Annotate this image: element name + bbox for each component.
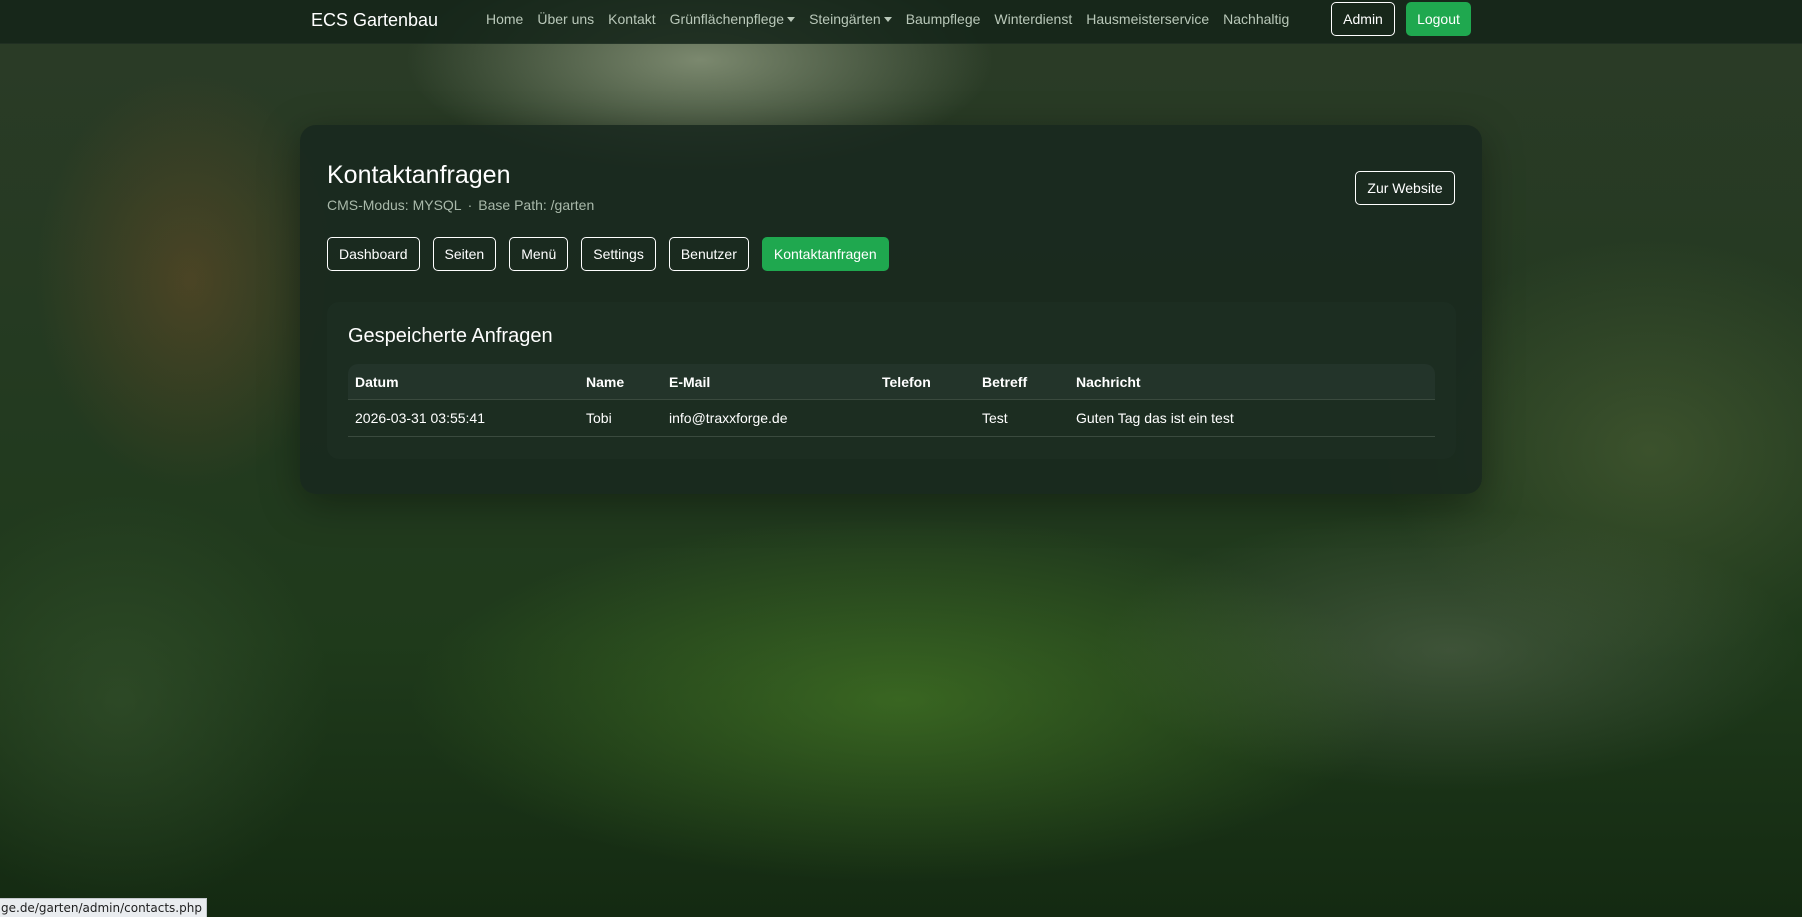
nav-link-home[interactable]: Home bbox=[486, 11, 523, 27]
admin-card: Kontaktanfragen CMS-Modus: MYSQL · Base … bbox=[300, 125, 1482, 494]
page-title: Kontaktanfragen bbox=[327, 161, 511, 189]
contacts-table: Datum Name E-Mail Telefon Betreff Nachri… bbox=[348, 364, 1435, 437]
base-path-text: Base Path: /garten bbox=[478, 197, 595, 213]
table-header: Datum Name E-Mail Telefon Betreff Nachri… bbox=[348, 364, 1435, 400]
tab-settings[interactable]: Settings bbox=[581, 237, 656, 271]
column-header-betreff: Betreff bbox=[982, 373, 1028, 390]
column-header-name: Name bbox=[586, 373, 625, 390]
nav-link-kontakt[interactable]: Kontakt bbox=[608, 11, 655, 27]
nav-links: Home Über uns Kontakt Grünflächenpflege … bbox=[486, 0, 1303, 38]
nav-link-ueber-uns[interactable]: Über uns bbox=[537, 11, 594, 27]
cell-email: info@traxxforge.de bbox=[669, 410, 788, 426]
cms-info: CMS-Modus: MYSQL · Base Path: /garten bbox=[327, 197, 594, 213]
tab-dashboard[interactable]: Dashboard bbox=[327, 237, 420, 271]
caret-down-icon bbox=[883, 16, 892, 22]
tab-kontaktanfragen[interactable]: Kontaktanfragen bbox=[761, 237, 889, 271]
top-navbar: ECS Gartenbau Home Über uns Kontakt Grün… bbox=[0, 0, 1802, 44]
tab-seiten[interactable]: Seiten bbox=[432, 237, 497, 271]
website-button[interactable]: Zur Website bbox=[1355, 171, 1455, 205]
nav-link-winterdienst[interactable]: Winterdienst bbox=[994, 11, 1072, 27]
cell-datum: 2026-03-31 03:55:41 bbox=[355, 410, 485, 426]
contacts-panel: Gespeicherte Anfragen Datum Name E-Mail … bbox=[327, 302, 1456, 459]
cms-mode-text: CMS-Modus: MYSQL bbox=[327, 197, 462, 213]
admin-button[interactable]: Admin bbox=[1331, 2, 1395, 36]
table-row: 2026-03-31 03:55:41 Tobi info@traxxforge… bbox=[348, 400, 1435, 437]
tab-menue[interactable]: Menü bbox=[509, 237, 569, 271]
column-header-telefon: Telefon bbox=[882, 373, 931, 390]
admin-tabs: Dashboard Seiten Menü Settings Benutzer … bbox=[327, 237, 889, 271]
separator-dot: · bbox=[467, 197, 473, 213]
column-header-nachricht: Nachricht bbox=[1076, 373, 1141, 390]
column-header-email: E-Mail bbox=[669, 373, 711, 390]
tab-benutzer[interactable]: Benutzer bbox=[668, 237, 749, 271]
brand-logo-text[interactable]: ECS Gartenbau bbox=[311, 10, 438, 31]
caret-down-icon bbox=[787, 16, 796, 22]
cell-betreff: Test bbox=[982, 410, 1008, 426]
nav-dropdown-steingaerten[interactable]: Steingärten bbox=[809, 11, 892, 27]
cell-name: Tobi bbox=[586, 410, 612, 426]
nav-link-baumpflege[interactable]: Baumpflege bbox=[906, 11, 981, 27]
nav-link-hausmeisterservice[interactable]: Hausmeisterservice bbox=[1086, 11, 1209, 27]
nav-dropdown-gruenflaechenpflege[interactable]: Grünflächenpflege bbox=[670, 11, 796, 27]
section-title: Gespeicherte Anfragen bbox=[348, 325, 553, 347]
cell-nachricht: Guten Tag das ist ein test bbox=[1076, 410, 1234, 426]
nav-link-nachhaltig[interactable]: Nachhaltig bbox=[1223, 11, 1289, 27]
column-header-datum: Datum bbox=[355, 373, 399, 390]
browser-status-url: ge.de/garten/admin/contacts.php bbox=[0, 898, 207, 917]
logout-button[interactable]: Logout bbox=[1406, 2, 1471, 36]
